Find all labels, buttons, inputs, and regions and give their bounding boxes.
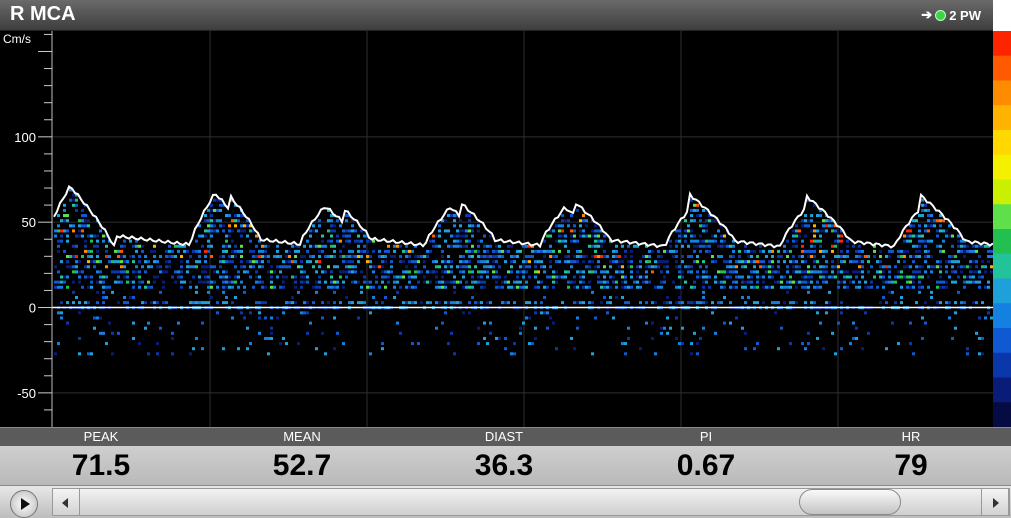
metric-label: MEAN: [232, 428, 372, 446]
title-bar: R MCA ➔ 2 PW: [0, 0, 1011, 31]
color-scale-swatch: [993, 278, 1011, 304]
color-scale-swatch: [993, 377, 1011, 403]
color-scale-swatch: [993, 303, 1011, 329]
metric-label: PI: [636, 428, 776, 446]
color-scale-swatch: [993, 229, 1011, 255]
metric-label: DIAST: [434, 428, 574, 446]
status-dot-icon: [935, 9, 947, 21]
color-scale-swatch: [993, 402, 1011, 427]
axis-tick-label: 0: [29, 301, 36, 316]
color-scale-swatch: [993, 204, 1011, 230]
color-scale-swatch: [993, 328, 1011, 354]
axis-tick-label: -50: [17, 386, 36, 401]
metric-label: HR: [841, 428, 981, 446]
axis-tick-label: 50: [22, 215, 36, 230]
color-scale-swatch: [993, 179, 1011, 205]
axis-tick-label: 100: [14, 130, 36, 145]
color-scale-swatch: [993, 55, 1011, 81]
color-scale-swatch: [993, 80, 1011, 106]
scroll-thumb[interactable]: [799, 489, 902, 515]
metric-value: 52.7: [272, 449, 332, 482]
color-scale-swatch: [993, 105, 1011, 131]
play-icon[interactable]: [10, 490, 38, 518]
arrow-right-icon: ➔: [921, 7, 933, 22]
scroll-left-button[interactable]: [52, 488, 80, 516]
axis-unit-label: Cm/s: [3, 32, 31, 46]
playback-bar: [0, 485, 1011, 518]
color-scale-bar: [993, 0, 1011, 427]
metric-value: 79: [894, 449, 928, 482]
color-scale-swatch: [993, 130, 1011, 156]
vessel-title: R MCA: [10, 3, 76, 25]
probe-label: 2 PW: [949, 7, 981, 23]
metric-label: PEAK: [31, 428, 171, 446]
probe-indicator[interactable]: ➔ 2 PW: [921, 7, 981, 23]
metric-value: 36.3: [474, 449, 534, 482]
metric-value: 71.5: [71, 449, 131, 482]
metric-value: 0.67: [676, 449, 736, 482]
color-scale-swatch: [993, 352, 1011, 378]
color-scale-swatch: [993, 31, 1011, 57]
color-scale-swatch: [993, 154, 1011, 180]
measurement-panel: PEAK 71.5 MEAN 52.7 DIAST 36.3 PI 0.67 HR 79: [0, 427, 1011, 486]
scroll-right-button[interactable]: [981, 488, 1009, 516]
color-scale-swatch: [993, 253, 1011, 279]
doppler-spectrogram: 100 50 0 -50 Cm/s: [0, 31, 993, 427]
